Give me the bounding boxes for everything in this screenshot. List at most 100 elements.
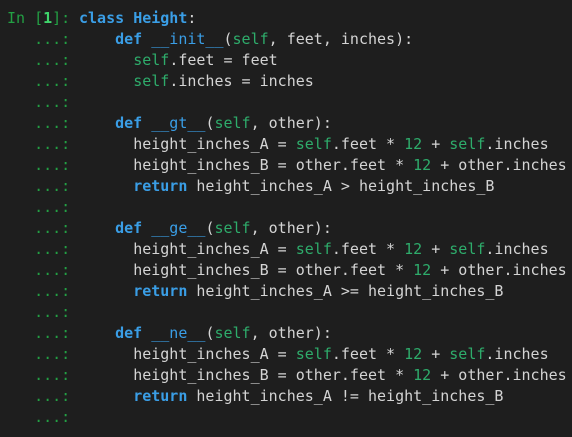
code-line: ...: def __gt__(self, other): [0, 113, 572, 134]
code-token: + [422, 240, 450, 258]
code-token: self [232, 30, 269, 48]
code-line: ...: height_inches_A = self.feet * 12 + … [0, 344, 572, 365]
code-token: height_inches_B = other.feet * [133, 261, 414, 279]
code-token: height_inches_A != height_inches_B [196, 387, 504, 405]
code-token: return [133, 387, 197, 405]
code-text: height_inches_A = self.feet * 12 + self.… [79, 134, 549, 155]
code-line: ...: return height_inches_A != height_in… [0, 386, 572, 407]
code-line: ...: [0, 302, 572, 323]
code-text: self.feet = feet [79, 50, 278, 71]
code-line: ...: height_inches_B = other.feet * 12 +… [0, 365, 572, 386]
continuation-prompt: ...: [7, 408, 80, 426]
code-token: Height [133, 9, 188, 27]
code-token: height_inches_A = [133, 240, 296, 258]
code-token: self [214, 219, 251, 237]
prompt-prefix: In [ [7, 9, 44, 27]
code-token: self [214, 324, 251, 342]
code-token: height_inches_A > height_inches_B [196, 177, 495, 195]
code-text: def __ge__(self, other): [79, 218, 332, 239]
prompt-suffix: ]: [52, 9, 80, 27]
continuation-prompt: ...: [7, 240, 80, 258]
code-text: height_inches_A = self.feet * 12 + self.… [79, 239, 549, 260]
code-token: , other): [250, 324, 332, 342]
code-token: .feet * [331, 135, 405, 153]
code-token: __ne__ [151, 324, 206, 342]
code-token: .inches = inches [169, 72, 314, 90]
code-token: self [295, 135, 332, 153]
code-token: self [449, 345, 486, 363]
code-token: .feet * [331, 345, 405, 363]
continuation-prompt: ...: [7, 114, 80, 132]
code-token: def [115, 114, 152, 132]
code-line: ...: def __init__(self, feet, inches): [0, 29, 572, 50]
continuation-prompt: ...: [7, 156, 80, 174]
code-token: ( [223, 30, 233, 48]
code-line: ...: self.inches = inches [0, 71, 572, 92]
code-token: def [115, 324, 152, 342]
code-token: + other.inches [431, 261, 567, 279]
code-token: 12 [413, 366, 432, 384]
continuation-prompt: ...: [7, 219, 80, 237]
code-token: .inches [485, 240, 549, 258]
ipython-console[interactable]: In [1]: class Height: ...: def __init__(… [0, 8, 572, 428]
code-line: ...: def __ne__(self, other): [0, 323, 572, 344]
code-token: self [295, 345, 332, 363]
code-token: return [133, 177, 197, 195]
code-token: def [115, 219, 152, 237]
code-text: height_inches_B = other.feet * 12 + othe… [79, 365, 567, 386]
code-token: __gt__ [151, 114, 206, 132]
code-line: ...: return height_inches_A >= height_in… [0, 281, 572, 302]
code-token: .inches [485, 135, 549, 153]
continuation-prompt: ...: [7, 303, 80, 321]
code-token: self [449, 240, 486, 258]
code-line: In [1]: class Height: [0, 8, 572, 29]
continuation-prompt: ...: [7, 198, 80, 216]
code-token: self [133, 51, 170, 69]
code-token: self [449, 135, 486, 153]
continuation-prompt: ...: [7, 30, 80, 48]
code-token: self [214, 114, 251, 132]
code-token: 12 [413, 156, 432, 174]
continuation-prompt: ...: [7, 93, 80, 111]
continuation-prompt: ...: [7, 51, 80, 69]
code-text: return height_inches_A > height_inches_B [79, 176, 494, 197]
code-token: class [79, 9, 134, 27]
code-text: height_inches_A = self.feet * 12 + self.… [79, 344, 549, 365]
code-token: height_inches_B = other.feet * [133, 366, 414, 384]
code-token: return [133, 282, 197, 300]
code-token: height_inches_B = other.feet * [133, 156, 414, 174]
code-token: .inches [485, 345, 549, 363]
code-token: __init__ [151, 30, 224, 48]
code-text: def __init__(self, feet, inches): [79, 29, 413, 50]
code-token: 12 [413, 261, 432, 279]
code-token: height_inches_A = [133, 135, 296, 153]
code-line: ...: return height_inches_A > height_inc… [0, 176, 572, 197]
code-token: , other): [250, 219, 332, 237]
continuation-prompt: ...: [7, 387, 80, 405]
code-line: ...: [0, 92, 572, 113]
code-text: height_inches_B = other.feet * 12 + othe… [79, 260, 567, 281]
code-line: ...: self.feet = feet [0, 50, 572, 71]
continuation-prompt: ...: [7, 282, 80, 300]
code-token: + [422, 345, 450, 363]
code-text: def __ne__(self, other): [79, 323, 332, 344]
continuation-prompt: ...: [7, 72, 80, 90]
code-token: .feet = feet [169, 51, 278, 69]
code-token: def [115, 30, 152, 48]
code-text: height_inches_B = other.feet * 12 + othe… [79, 155, 567, 176]
input-prompt: In [1]: [7, 8, 79, 29]
code-token: 12 [404, 345, 423, 363]
prompt-number: 1 [43, 9, 53, 27]
